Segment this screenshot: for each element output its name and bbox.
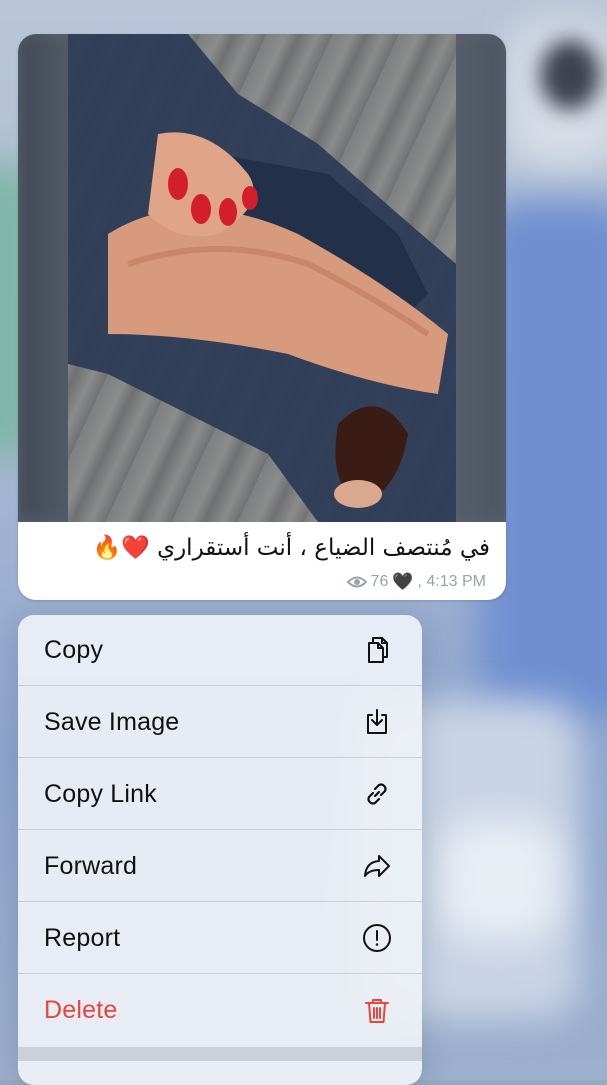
download-icon (360, 705, 394, 739)
menu-item-label: Copy (44, 635, 104, 664)
menu-item-forward[interactable]: Forward (18, 831, 422, 902)
eye-icon (346, 575, 367, 589)
menu-item-copy-link[interactable]: Copy Link (18, 759, 422, 830)
message-time: , 4:13 PM (417, 573, 486, 590)
photo-image (68, 34, 456, 522)
context-menu: Copy Save Image Copy Link Forward Report… (18, 615, 422, 1085)
exclamation-circle-icon (360, 921, 394, 955)
menu-separator (18, 1047, 422, 1061)
menu-item-label: Copy Link (44, 779, 157, 808)
message-caption: في مُنتصف الضياع ، أنت أستقراري ❤️🔥 (92, 535, 490, 561)
menu-item-label: Report (44, 923, 121, 952)
trash-icon (360, 994, 394, 1028)
forward-arrow-icon (360, 849, 394, 883)
menu-item-label: Delete (44, 996, 118, 1024)
copy-icon (360, 633, 394, 667)
reaction-black-heart[interactable]: 🖤 (392, 572, 413, 592)
message-meta: 76 🖤 , 4:13 PM (346, 572, 486, 592)
menu-item-label: Forward (44, 851, 138, 880)
menu-item-delete[interactable]: Delete (18, 975, 422, 1046)
menu-item-copy[interactable]: Copy (18, 615, 422, 686)
menu-item-save-image[interactable]: Save Image (18, 687, 422, 758)
view-count: 76 (370, 573, 389, 590)
menu-item-report[interactable]: Report (18, 903, 422, 974)
message-bubble[interactable]: في مُنتصف الضياع ، أنت أستقراري ❤️🔥 76 🖤… (18, 34, 506, 600)
message-photo[interactable] (18, 34, 506, 522)
menu-item-label: Save Image (44, 707, 180, 736)
link-icon (360, 777, 394, 811)
